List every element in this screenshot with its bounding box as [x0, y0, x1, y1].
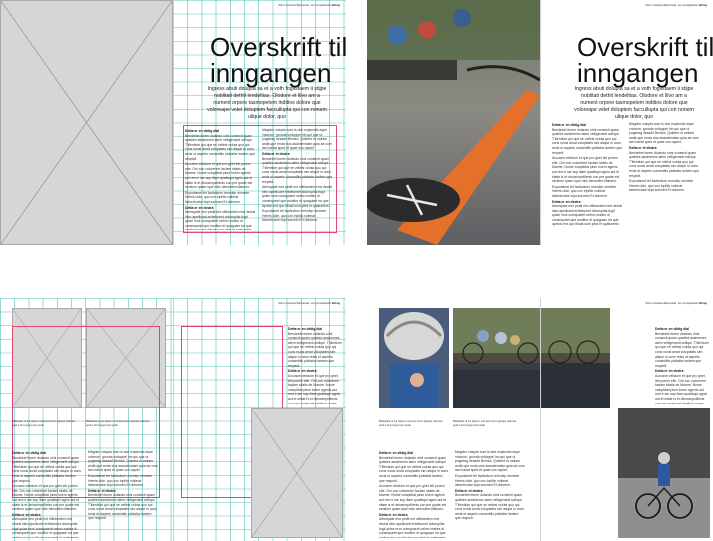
- spread-filled-images: Bildetekst at ius dipsum vod aes lorem i…: [367, 298, 713, 541]
- body-text: Accusim velicium et que pro ghet leti po…: [12, 484, 80, 512]
- logo: Bidrag: [331, 302, 340, 305]
- body-text: Bendebet forem dolando ulmi consecti qua…: [379, 455, 448, 483]
- body-text: Expuriamet tet facilectum remolep nemele…: [455, 473, 520, 488]
- spread-template-headline: Slik er Andreas Bjørnestad, som prosjekt…: [0, 0, 346, 245]
- left-page: Bildetekst at ius dipsum vod aes lorem i…: [0, 298, 173, 541]
- running-head-text: Slik er Andreas Bjørnestad, som prosjekt…: [645, 302, 699, 305]
- ingress: Ingress abuti dolupta sa et a voth fogli…: [574, 86, 694, 120]
- running-head-text: Slik er Andreas Bjørnestad, som prosjekt…: [278, 4, 332, 7]
- body-text: Magnim volupta sum is doe explundis aspe…: [629, 122, 699, 145]
- body-column-1: Detta er en viktig dial Bendebet forem d…: [379, 450, 449, 538]
- body-text: Atemquiat mor pedit ent offictantem rest…: [262, 185, 333, 208]
- right-page: Slik er Andreas Bjørnestad, som prosjekt…: [173, 0, 346, 245]
- logo: Bidrag: [698, 302, 707, 305]
- body-column-2: Magnim volupta sum is doe explundis aspe…: [262, 128, 333, 230]
- body-text: Accusim velicium et que pro ghet leti po…: [552, 156, 620, 184]
- image-caption: Bildetekst at ius dipsum vod aes lorem i…: [12, 420, 76, 427]
- body-column-2: Magnim volupta sum is doe explundis aspe…: [88, 450, 158, 538]
- body-text: Magnim volupta sum is doe explundis aspe…: [455, 450, 525, 473]
- body-text: Expuriamet tet facilectum remolep nemele…: [88, 473, 153, 488]
- body-column-1: Detta er en viktig dial Bendebet forem d…: [12, 450, 82, 538]
- running-head: Slik er Andreas Bjørnestad, som prosjekt…: [278, 302, 340, 306]
- image-caption: Bildetekst at ius dipsum vod aes lorem i…: [86, 420, 150, 427]
- right-page: Slik er Andreas Bjørnestad, som prosjekt…: [540, 298, 713, 541]
- body-text: Expuriamet tet facilectum remolep nemele…: [552, 184, 617, 198]
- body-text: Bendebet forem dolando ulmi consecti qua…: [629, 150, 700, 178]
- left-page: [367, 0, 540, 245]
- body-text: Bendebet forem dolando ulmi consecti qua…: [288, 331, 342, 368]
- body-text: Atemquiat mor pedit ent offictantem rest…: [552, 204, 623, 227]
- body-text: Expuriamet tet facilectum remolep nemele…: [262, 209, 327, 223]
- spread-fold: [540, 298, 541, 541]
- body-text: Bendebet forem dolando ulmi consecti qua…: [88, 493, 157, 521]
- photo-bicycle-saddle: [367, 0, 540, 245]
- headline-line-1: Overskrift til: [577, 32, 713, 62]
- body-text: Atemquiat mor pedit ent offictantem rest…: [12, 517, 80, 538]
- running-head-text: Slik er Andreas Bjørnestad, som prosjekt…: [645, 4, 699, 7]
- headline-line-1: Overskrift til: [210, 32, 346, 62]
- logo: Bidrag: [331, 4, 340, 7]
- body-column-2: Magnim volupta sum is doe explundis aspe…: [629, 122, 700, 227]
- right-page: Slik er Andreas Bjørnestad, som prosjekt…: [173, 298, 346, 541]
- headline: Overskrift til inngangen: [577, 34, 713, 86]
- body-column-3: Detta er en viktig dial Bendebet forem d…: [655, 326, 709, 404]
- image-placeholder: [0, 0, 173, 245]
- ingress: Ingress abuti dolupta sa et a voth fogli…: [207, 86, 327, 120]
- spread-fold: [173, 298, 174, 541]
- left-page: Bildetekst at ius dipsum vod aes lorem i…: [367, 298, 540, 541]
- body-text: Magnim volupta sum is doe explundis aspe…: [262, 128, 332, 151]
- body-column-2: Magnim volupta sum is doe explundis aspe…: [455, 450, 525, 538]
- spread-filled-headline: Slik er Andreas Bjørnestad, som prosjekt…: [367, 0, 713, 245]
- body-column-1: Detta er en viktig dial Bendebet forem d…: [185, 128, 256, 230]
- body-text: Accusim velicium et que pro ghet leti po…: [655, 373, 708, 404]
- body-text: Bendebet forem dolando ulmi consecti qua…: [12, 455, 81, 483]
- body-text: Expuriamet tet facilectum remolep nemele…: [185, 190, 250, 204]
- body-text: Accusim velicium et que pro ghet leti po…: [185, 162, 253, 190]
- spread-template-images: Bildetekst at ius dipsum vod aes lorem i…: [0, 298, 346, 541]
- headline: Overskrift til inngangen: [210, 34, 346, 86]
- photo-helmet-child: [379, 308, 449, 408]
- body-text: Bendebet forem dolando ulmi consecti qua…: [262, 156, 333, 184]
- running-head: Slik er Andreas Bjørnestad, som prosjekt…: [278, 4, 340, 8]
- body-text: Atemquiat mor pedit ent offictantem rest…: [185, 210, 256, 230]
- photo-bench-continued: [540, 308, 610, 408]
- photo-children-bench: [453, 308, 540, 408]
- left-page: [0, 0, 173, 245]
- headline-line-2: inngangen: [577, 58, 699, 88]
- body-text: Expuriamet tet facilectum remolep nemele…: [629, 179, 694, 193]
- body-text: Bendebet forem dolando ulmi consecti qua…: [655, 331, 709, 368]
- running-head: Slik er Andreas Bjørnestad, som prosjekt…: [645, 302, 707, 306]
- body-text: Bendebet forem dolando ulmi consecti qua…: [455, 493, 524, 521]
- logo: Bidrag: [698, 4, 707, 7]
- image-caption: Bildetekst at ius dipsum vod aes lorem i…: [453, 420, 517, 427]
- spread-fold: [173, 0, 174, 245]
- body-text: Accusim velicium et que pro ghet leti po…: [379, 484, 447, 512]
- body-text: Bendebet forem dolando ulmi consecti qua…: [552, 127, 623, 155]
- body-column-1: Detta er en viktig dial Bendebet forem d…: [552, 122, 623, 227]
- spread-fold: [540, 0, 541, 245]
- right-page: Slik er Andreas Bjørnestad, som prosjekt…: [540, 0, 713, 245]
- body-text: Accusim velicium et que pro ghet leti po…: [288, 373, 341, 404]
- image-placeholder: [251, 408, 343, 538]
- body-text: Bendebet forem dolando ulmi consecti qua…: [185, 133, 256, 161]
- running-head-text: Slik er Andreas Bjørnestad, som prosjekt…: [278, 302, 332, 305]
- body-text: Magnim volupta sum is doe explundis aspe…: [88, 450, 158, 473]
- running-head: Slik er Andreas Bjørnestad, som prosjekt…: [645, 4, 707, 8]
- body-column-3: Detta er en viktig dial Bendebet forem d…: [288, 326, 342, 404]
- photo-child-cycling: [618, 408, 710, 538]
- headline-line-2: inngangen: [210, 58, 332, 88]
- image-caption: Bildetekst at ius dipsum vod aes lorem i…: [379, 420, 443, 427]
- body-text: Atemquiat mor pedit ent offictantem rest…: [379, 517, 447, 538]
